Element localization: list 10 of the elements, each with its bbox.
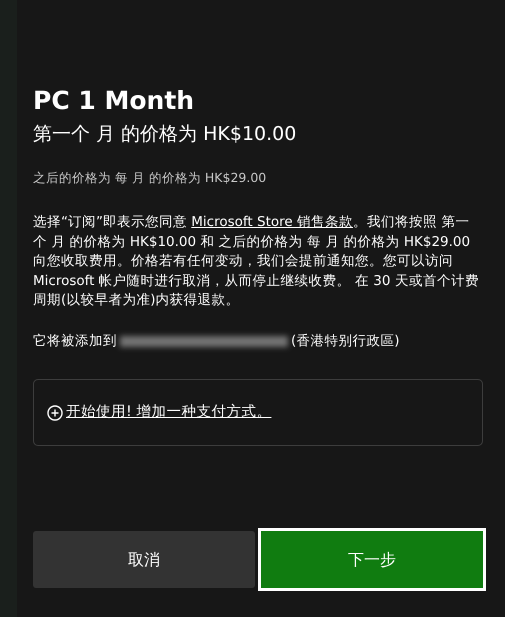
later-price: 之后的价格为 每 月 的价格为 HK$29.00: [33, 168, 268, 187]
next-button[interactable]: 下一步: [261, 531, 483, 588]
add-icon: [47, 404, 63, 421]
region-label: (香港特别行政區): [291, 332, 400, 351]
account-label: 它将被添加到: [33, 332, 117, 351]
cancel-button[interactable]: 取消: [33, 531, 255, 588]
terms-paragraph: 选择“订阅”即表示您同意 Microsoft Store 销售条款。我们将按照 第一个 月 的价格为 HK$10.00 和 之后的价格为 每 月 的价格为 HK$29.00 向您收取费用。价格若有任何变动，我们会提前通知您。您可以访问 Microsoft 帐户随时进行取消，从而停止继续收费。 在 30 天或首个计费周期(以较早者为准)内获得退款。: [33, 213, 480, 310]
first-month-price: 第一个 月 的价格为 HK$10.00: [33, 122, 298, 147]
terms-link[interactable]: Microsoft Store 销售条款: [191, 214, 353, 230]
dialog-title: PC 1 Month: [33, 86, 196, 116]
